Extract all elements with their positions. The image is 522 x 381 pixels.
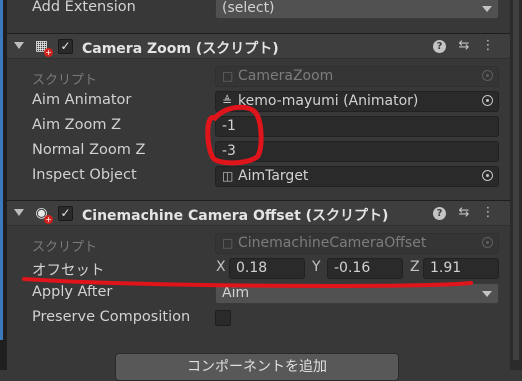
cinemachine-component-icon: ◉ +: [35, 205, 53, 224]
preserve-composition-label: Preserve Composition: [32, 309, 191, 325]
add-extension-dropdown[interactable]: (select): [215, 0, 499, 19]
cinemachine-offset-header[interactable]: ◉ + ✓ Cinemachine Camera Offset (スクリプト) ?…: [7, 200, 510, 226]
script-component-icon: ▦ +: [34, 38, 53, 57]
apply-after-dropdown[interactable]: Aim: [215, 283, 499, 304]
script-value: CameraZoom: [238, 68, 334, 84]
object-picker-icon: [482, 237, 493, 248]
selection-indicator: [0, 0, 3, 340]
fold-triangle-icon[interactable]: [14, 42, 24, 49]
aim-animator-label: Aim Animator: [32, 92, 132, 108]
object-picker-icon[interactable]: [482, 95, 493, 106]
add-extension-row: Add Extension (select): [7, 0, 510, 21]
aim-animator-field[interactable]: ≜ kemo-mayumi (Animator): [215, 91, 499, 112]
fold-triangle-icon[interactable]: [14, 209, 24, 216]
script-field: □ CinemachineCameraOffset: [215, 233, 499, 254]
inspect-object-field[interactable]: ◫ AimTarget: [215, 166, 499, 187]
offset-y-input[interactable]: -0.16: [327, 258, 403, 279]
object-picker-icon: [482, 70, 493, 81]
preserve-composition-row: Preserve Composition: [7, 306, 510, 331]
add-extension-label: Add Extension: [32, 0, 136, 15]
animator-icon: ≜: [222, 94, 233, 108]
offset-row: オフセット X 0.18 Y -0.16 Z 1.91: [7, 256, 510, 281]
offset-x-input[interactable]: 0.18: [229, 258, 305, 279]
object-picker-icon[interactable]: [482, 170, 493, 181]
left-panel-edge: [0, 0, 7, 370]
aim-zoom-input[interactable]: -1: [215, 116, 499, 137]
preserve-composition-checkbox[interactable]: [215, 310, 231, 326]
script-file-icon: □: [222, 69, 234, 83]
aim-zoom-row: Aim Zoom Z -1: [7, 114, 510, 139]
offset-y-value: -0.16: [334, 260, 371, 276]
script-label: スクリプト: [32, 240, 98, 255]
aim-zoom-label: Aim Zoom Z: [32, 117, 122, 133]
aim-zoom-value: -1: [222, 118, 236, 134]
normal-zoom-input[interactable]: -3: [215, 141, 499, 162]
normal-zoom-label: Normal Zoom Z: [32, 142, 146, 158]
inspect-object-row: Inspect Object ◫ AimTarget: [7, 164, 510, 189]
scrollbar[interactable]: [510, 0, 522, 370]
offset-z-label[interactable]: Z: [410, 259, 420, 275]
add-component-button[interactable]: コンポーネントを追加: [115, 353, 399, 381]
offset-x-label[interactable]: X: [216, 259, 226, 275]
script-label: スクリプト: [32, 73, 98, 88]
cinemachine-enabled-checkbox[interactable]: ✓: [58, 206, 73, 221]
chevron-down-icon: [482, 6, 492, 12]
sliders-icon[interactable]: ⇆: [457, 38, 471, 54]
kebab-menu-icon[interactable]: ⋮: [481, 38, 495, 54]
aim-animator-value: kemo-mayumi (Animator): [238, 93, 419, 109]
sliders-icon[interactable]: ⇆: [457, 205, 471, 221]
camera-zoom-title: Camera Zoom (スクリプト): [82, 41, 279, 57]
kebab-menu-icon[interactable]: ⋮: [481, 205, 495, 221]
inspect-object-value: AimTarget: [238, 168, 309, 184]
help-icon[interactable]: ?: [433, 207, 446, 220]
apply-after-label: Apply After: [32, 284, 113, 300]
offset-x-value: 0.18: [236, 260, 268, 276]
cinemachine-offset-title: Cinemachine Camera Offset (スクリプト): [82, 208, 389, 224]
script-value: CinemachineCameraOffset: [238, 235, 427, 251]
camera-zoom-header[interactable]: ▦ + ✓ Camera Zoom (スクリプト) ? ⇆ ⋮: [7, 33, 510, 59]
normal-zoom-value: -3: [222, 143, 236, 159]
offset-label: オフセット: [32, 263, 105, 279]
apply-after-row: Apply After Aim: [7, 281, 510, 306]
offset-z-input[interactable]: 1.91: [423, 258, 499, 279]
camera-zoom-enabled-checkbox[interactable]: ✓: [58, 39, 73, 54]
scrollbar-thumb[interactable]: [513, 0, 519, 360]
camera-zoom-script-row: スクリプト □ CameraZoom: [7, 64, 510, 89]
apply-after-value: Aim: [222, 285, 250, 301]
cinemachine-script-row: スクリプト □ CinemachineCameraOffset: [7, 231, 510, 256]
offset-z-value: 1.91: [430, 260, 462, 276]
script-file-icon: □: [222, 236, 234, 250]
normal-zoom-row: Normal Zoom Z -3: [7, 139, 510, 164]
help-icon[interactable]: ?: [433, 40, 446, 53]
inspect-object-label: Inspect Object: [32, 167, 137, 183]
chevron-down-icon: [482, 291, 492, 297]
add-extension-value: (select): [222, 0, 275, 16]
offset-y-label[interactable]: Y: [312, 259, 321, 275]
script-field: □ CameraZoom: [215, 66, 499, 87]
cube-icon: ◫: [222, 169, 234, 183]
inspector-panel: Add Extension (select) ▦ + ✓ Camera Zoom …: [7, 0, 510, 381]
aim-animator-row: Aim Animator ≜ kemo-mayumi (Animator): [7, 89, 510, 114]
